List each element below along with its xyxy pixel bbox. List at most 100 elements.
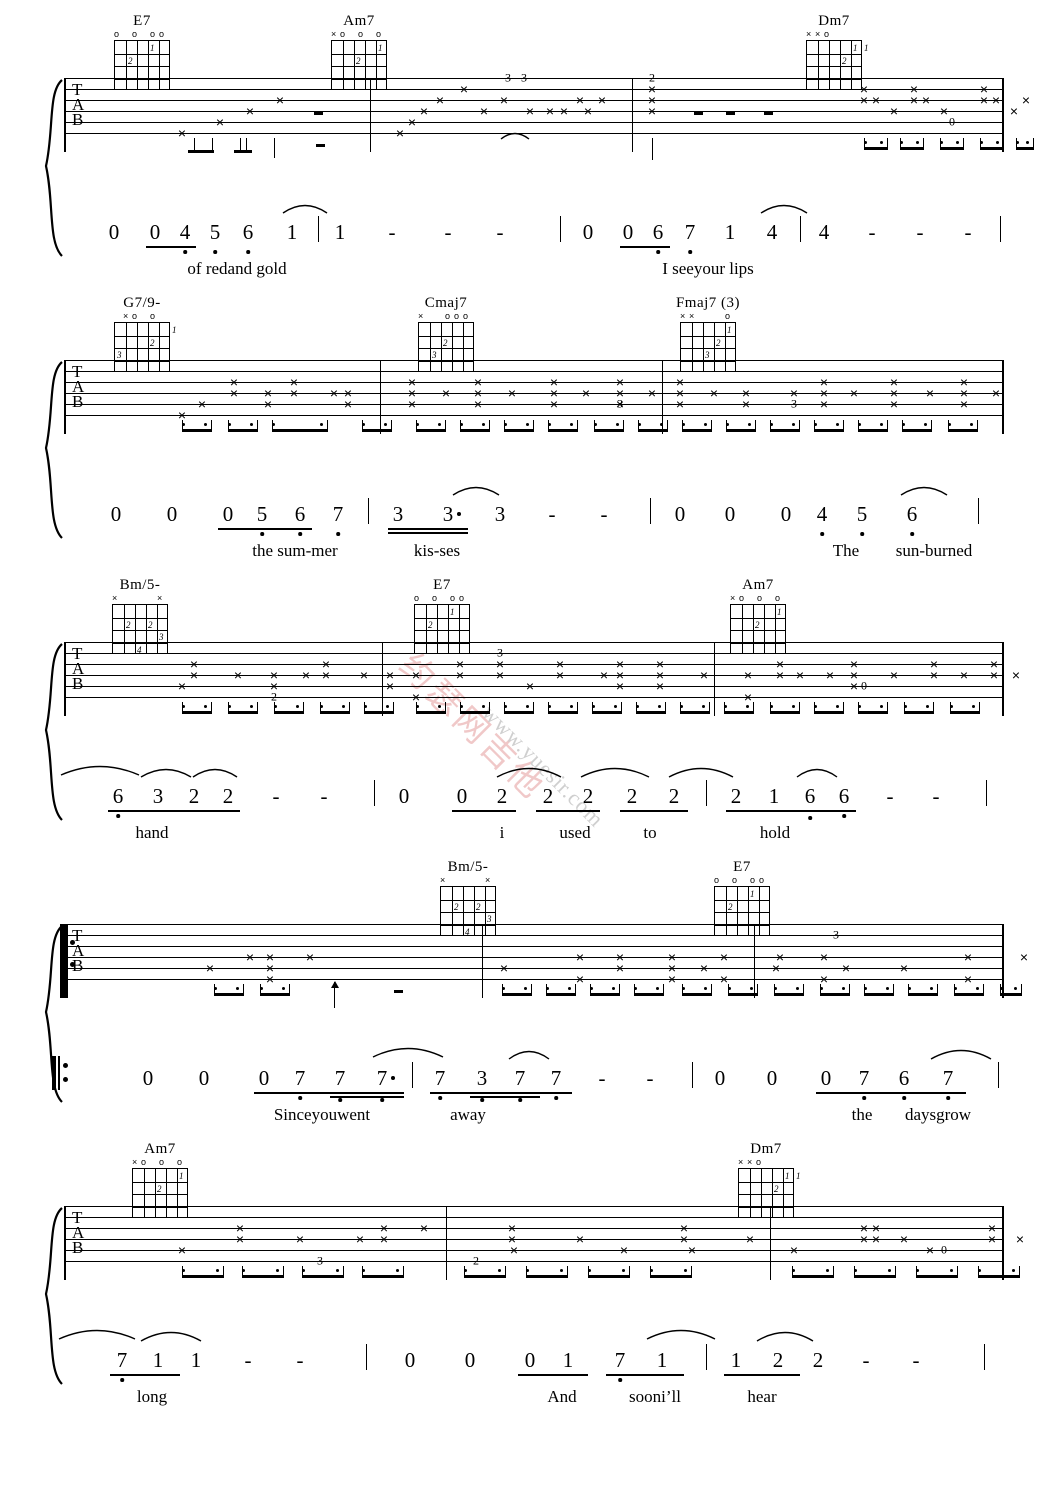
numbered-note: 1 <box>562 1348 574 1372</box>
rhythm-dot <box>204 705 208 709</box>
tab-staff: T A B × × × × × × × × × × × × × × × × × × × × × × × × × × × × × × × × × 3 3 2 0 <box>64 72 1035 160</box>
staff-edge <box>1002 642 1004 716</box>
open-string-marker: o <box>358 29 364 39</box>
tab-x-notehead: × <box>355 1231 365 1247</box>
note-stem <box>619 984 621 996</box>
tab-x-notehead: × <box>205 960 215 976</box>
tab-fret-number: 0 <box>861 678 867 693</box>
octave-dot-below <box>298 1096 302 1100</box>
chord-top-marks: × o o <box>106 311 178 322</box>
fret-wire-line <box>415 630 469 631</box>
tab-x-notehead: × <box>419 103 429 119</box>
tab-x-notehead: × <box>615 374 625 390</box>
lyric-text: away <box>450 1105 486 1124</box>
rhythm-dot <box>956 141 960 145</box>
open-string-marker: o <box>732 875 738 885</box>
underline-beam-2 <box>330 1096 404 1098</box>
tab-x-notehead: × <box>991 385 1001 401</box>
lyric-text: I seeyour lips <box>662 259 754 278</box>
tab-x-notehead: × <box>245 949 255 965</box>
rhythm-dot <box>570 423 574 427</box>
open-string-marker: o <box>150 311 156 321</box>
chord-name: Dm7 <box>818 13 850 29</box>
tab-x-notehead: × <box>775 949 785 965</box>
lyric-text: to <box>643 823 657 842</box>
underline-beam <box>430 1092 572 1094</box>
note-beam <box>594 429 624 433</box>
tab-x-notehead: × <box>1015 1231 1025 1247</box>
duration-dash: - <box>320 784 328 808</box>
octave-dot-below <box>618 1378 622 1382</box>
note-stem <box>303 702 305 714</box>
note-beam <box>726 429 756 433</box>
numbered-note: 2 <box>496 784 508 808</box>
duration-dash: - <box>548 502 556 526</box>
barline <box>632 78 634 152</box>
note-stem <box>327 420 329 432</box>
note-stem <box>629 1266 631 1278</box>
tab-x-notehead: × <box>819 949 829 965</box>
note-stem <box>577 420 579 432</box>
note-beam <box>234 150 252 154</box>
lyric-text: i <box>499 823 505 842</box>
tab-x-notehead: × <box>679 1220 689 1236</box>
note-beam <box>854 1275 896 1279</box>
octave-dot-below <box>380 1098 384 1102</box>
rhythm-dot <box>1026 141 1030 145</box>
tab-fret-number: 3 <box>617 396 623 411</box>
tab-x-notehead: × <box>295 1231 305 1247</box>
open-string-marker: o <box>150 29 156 39</box>
rhythm-dot <box>438 705 442 709</box>
note-beam <box>638 429 668 433</box>
tab-x-notehead: × <box>419 1220 429 1236</box>
chord-name: Dm7 <box>750 1141 782 1157</box>
tab-x-notehead: × <box>987 1220 997 1236</box>
numbered-note: 6 <box>294 502 306 526</box>
mute-marker: × <box>815 29 821 39</box>
chord-top-marks: × × o <box>798 29 870 40</box>
lyric-text: sun-burned <box>895 541 973 560</box>
numbered-note: 0 <box>108 220 120 244</box>
rhythm-dot <box>976 987 980 991</box>
note-stem <box>577 702 579 714</box>
finger-position-marker: 1 <box>727 325 732 335</box>
tie-slur <box>756 1331 814 1342</box>
tab-x-notehead: × <box>889 374 899 390</box>
tab-x-notehead: × <box>921 92 931 108</box>
staff-line <box>64 415 1004 417</box>
underline-beam <box>620 810 688 812</box>
underline-beam-2 <box>470 1096 540 1098</box>
note-beam <box>526 1275 568 1279</box>
chord-top-marks: × × o <box>730 1157 802 1168</box>
note-stem <box>274 138 276 158</box>
rhythm-dot <box>498 1269 502 1273</box>
numbered-note: 0 <box>582 220 594 244</box>
note-beam <box>728 993 758 997</box>
rhythm-dot <box>888 1269 892 1273</box>
numbered-note: 0 <box>166 502 178 526</box>
numbered-notation-row: 0 0 4 5 6 1 1- - -0 0 6 7 1 4 4- - - of redand gold I seey… <box>0 204 1040 286</box>
numbered-note: 5 <box>256 502 268 526</box>
tab-x-notehead: × <box>675 374 685 390</box>
fret-wire-line <box>441 899 495 901</box>
duration-dash: - <box>272 784 280 808</box>
note-stem <box>895 1266 897 1278</box>
fret-wire-line <box>113 630 167 631</box>
note-stem <box>505 1266 507 1278</box>
tie-slur <box>192 768 238 778</box>
chord-name: E7 <box>733 859 751 875</box>
chord-top-marks: × × <box>104 593 176 604</box>
fret-wire-line <box>113 617 167 619</box>
tab-x-notehead: × <box>1019 949 1029 965</box>
open-string-marker: o <box>725 311 731 321</box>
duration-dash: - <box>296 1348 304 1372</box>
note-beam <box>916 1275 958 1279</box>
rhythm-dot <box>526 423 530 427</box>
numbered-note: 4 <box>816 502 828 526</box>
rhythm-dot <box>916 141 920 145</box>
repeat-thick-line <box>60 924 64 998</box>
staff-edge <box>1002 360 1004 434</box>
numbered-note: 0 <box>714 1066 726 1090</box>
staff-edge <box>64 78 66 152</box>
tab-fret-number: 3 <box>521 70 527 85</box>
